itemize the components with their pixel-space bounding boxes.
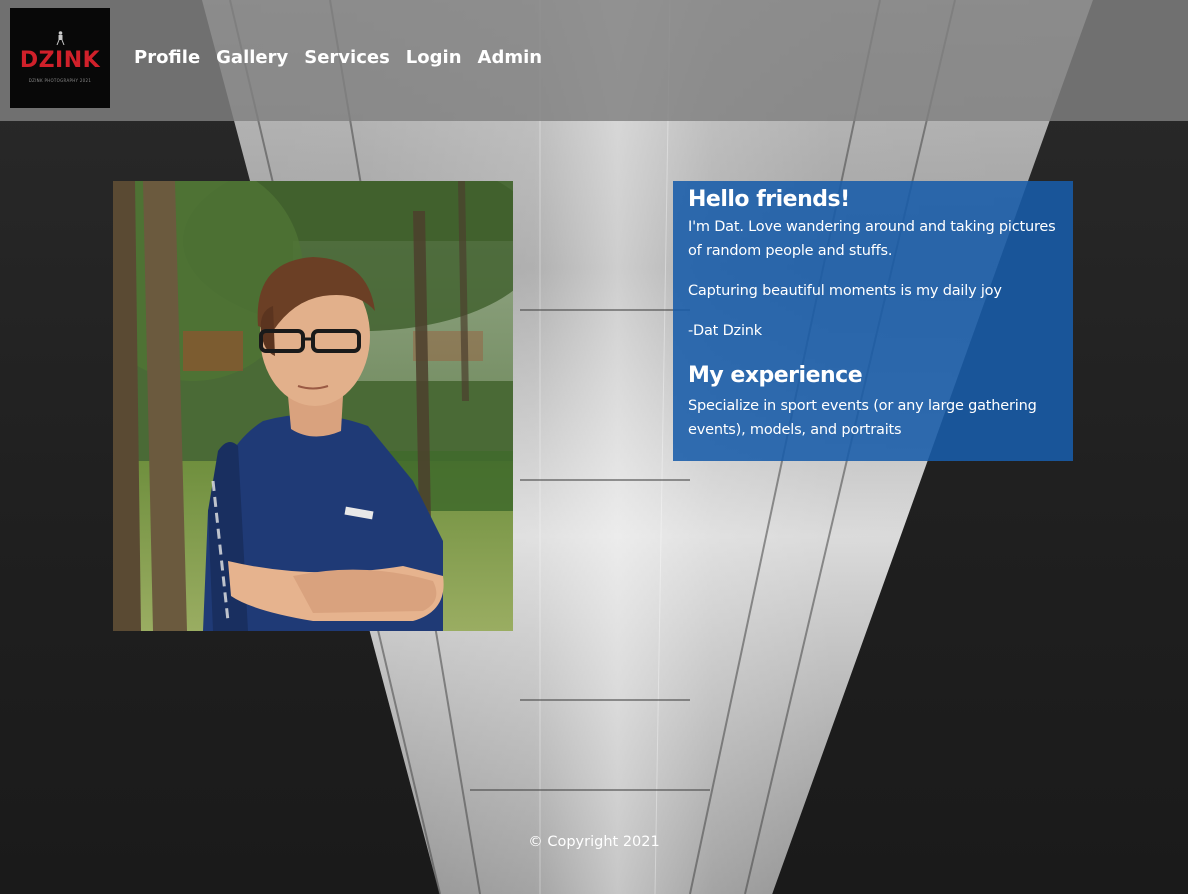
logo-tagline: DZINK PHOTOGRAPHY 2021	[28, 78, 92, 83]
experience-heading: My experience	[688, 363, 863, 388]
nav-admin[interactable]: Admin	[478, 47, 543, 68]
main-nav: Profile Gallery Services Login Admin	[134, 47, 542, 68]
copyright-footer: © Copyright 2021	[528, 834, 660, 850]
logo-text: DZINK	[19, 48, 101, 73]
intro-bio: I'm Dat. Love wandering around and takin…	[688, 219, 1056, 259]
nav-profile[interactable]: Profile	[134, 47, 200, 68]
site-logo[interactable]: DZINK DZINK PHOTOGRAPHY 2021	[10, 8, 110, 108]
experience-text: Specialize in sport events (or any large…	[688, 398, 1037, 438]
profile-photo	[113, 181, 513, 631]
photographer-icon	[56, 31, 65, 45]
intro-panel: Hello friends! I'm Dat. Love wandering a…	[673, 181, 1073, 461]
nav-services[interactable]: Services	[304, 47, 390, 68]
nav-login[interactable]: Login	[406, 47, 462, 68]
intro-signature: -Dat Dzink	[688, 323, 762, 339]
nav-gallery[interactable]: Gallery	[216, 47, 288, 68]
intro-motto: Capturing beautiful moments is my daily …	[688, 283, 1002, 299]
intro-heading: Hello friends!	[688, 187, 850, 212]
site-header: DZINK DZINK PHOTOGRAPHY 2021 Profile Gal…	[0, 0, 1188, 121]
